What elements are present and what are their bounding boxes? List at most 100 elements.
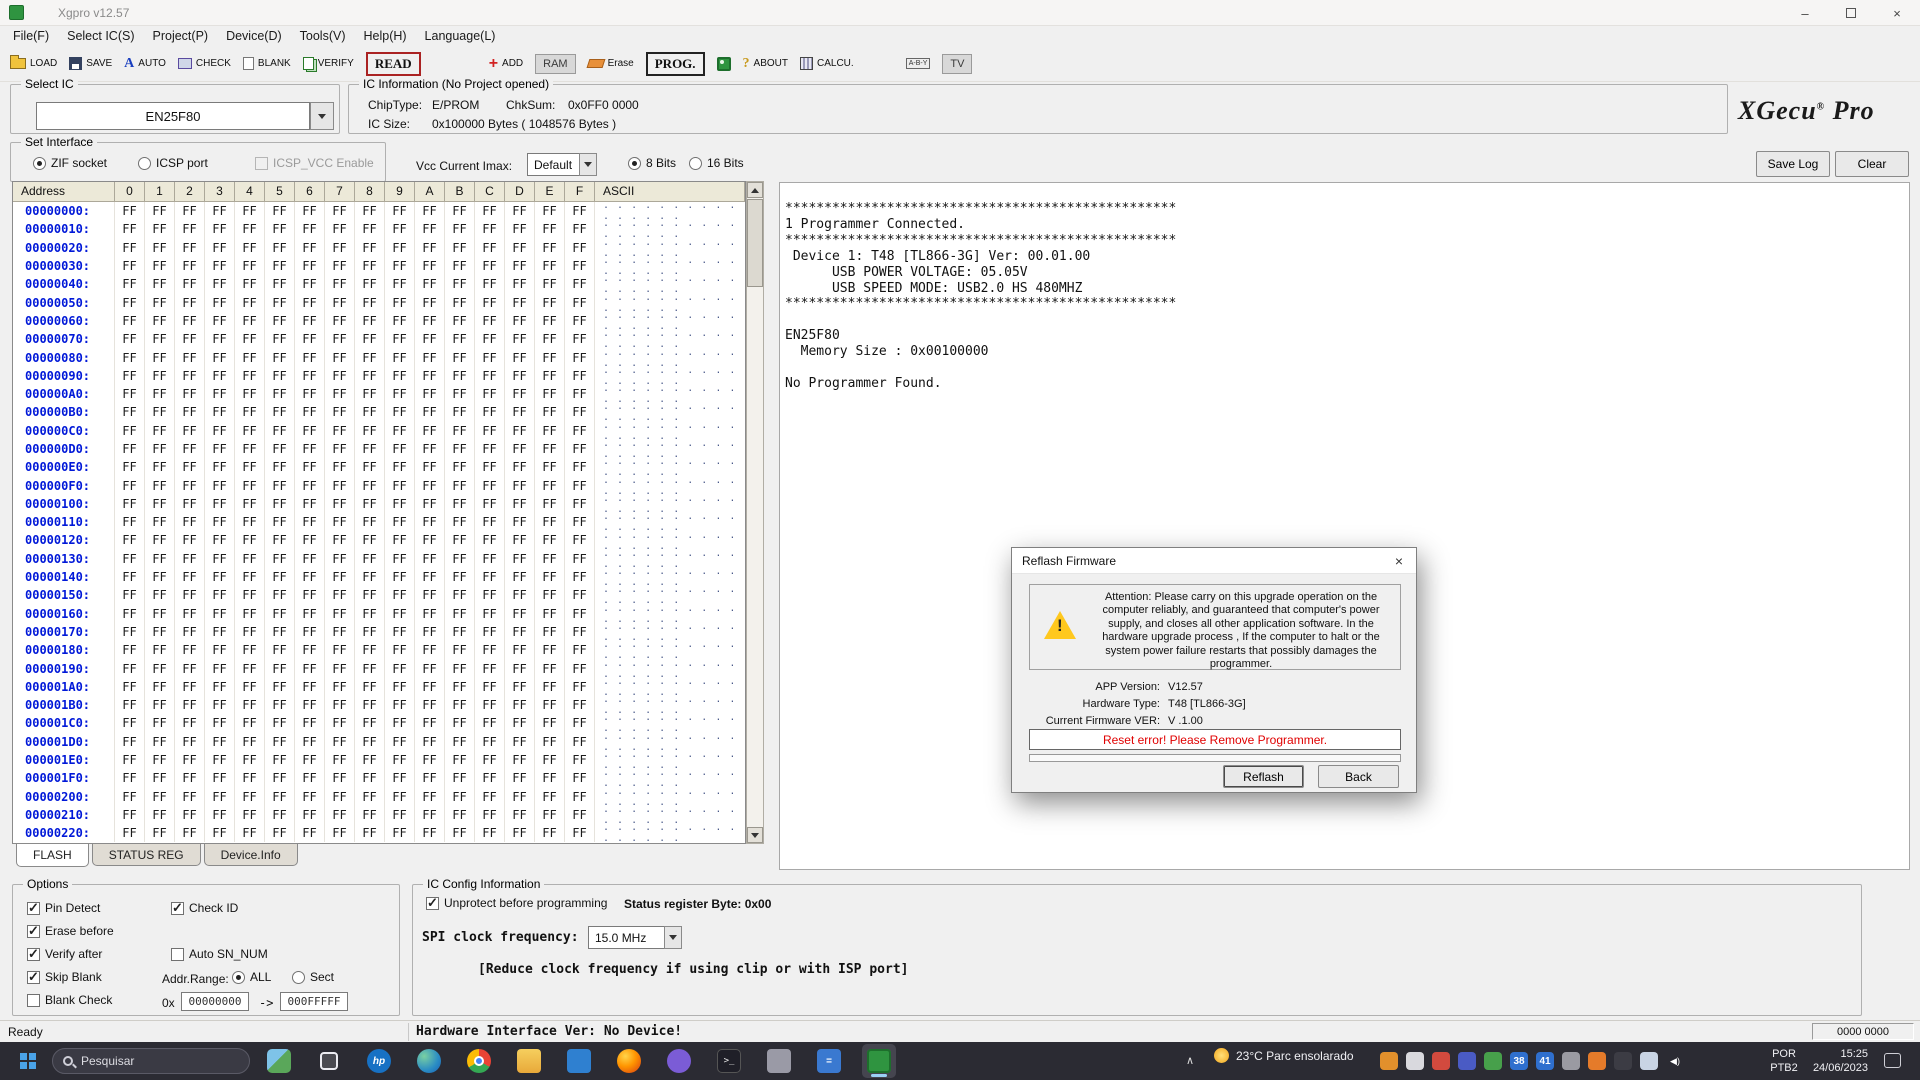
- hex-byte-cell[interactable]: FF: [325, 605, 355, 623]
- hex-byte-cell[interactable]: FF: [235, 641, 265, 659]
- hex-byte-cell[interactable]: FF: [445, 714, 475, 732]
- hex-byte-cell[interactable]: FF: [385, 769, 415, 787]
- hex-byte-cell[interactable]: FF: [115, 678, 145, 696]
- hex-byte-cell[interactable]: FF: [235, 714, 265, 732]
- hex-byte-cell[interactable]: FF: [565, 202, 595, 220]
- hex-byte-cell[interactable]: FF: [235, 678, 265, 696]
- hex-byte-cell[interactable]: FF: [145, 440, 175, 458]
- hex-byte-cell[interactable]: FF: [235, 476, 265, 494]
- hex-byte-cell[interactable]: FF: [115, 714, 145, 732]
- hex-byte-cell[interactable]: FF: [535, 769, 565, 787]
- hex-byte-cell[interactable]: FF: [325, 239, 355, 257]
- hex-byte-cell[interactable]: FF: [175, 403, 205, 421]
- hex-byte-cell[interactable]: FF: [265, 568, 295, 586]
- hex-byte-cell[interactable]: FF: [505, 586, 535, 604]
- hex-byte-cell[interactable]: FF: [235, 495, 265, 513]
- hex-byte-cell[interactable]: FF: [145, 531, 175, 549]
- hex-byte-cell[interactable]: FF: [355, 330, 385, 348]
- taskbar-file-explorer[interactable]: [512, 1044, 546, 1078]
- hex-byte-cell[interactable]: FF: [565, 806, 595, 824]
- hex-byte-cell[interactable]: FF: [325, 348, 355, 366]
- erase-before-checkbox[interactable]: Erase before: [27, 924, 114, 938]
- hex-byte-cell[interactable]: FF: [295, 312, 325, 330]
- hex-byte-cell[interactable]: FF: [175, 275, 205, 293]
- hex-byte-cell[interactable]: FF: [565, 220, 595, 238]
- hex-byte-cell[interactable]: FF: [535, 806, 565, 824]
- hex-byte-cell[interactable]: FF: [325, 678, 355, 696]
- hex-byte-cell[interactable]: FF: [205, 312, 235, 330]
- hex-byte-cell[interactable]: FF: [445, 440, 475, 458]
- hex-byte-cell[interactable]: FF: [295, 293, 325, 311]
- hex-byte-cell[interactable]: FF: [145, 659, 175, 677]
- save-button[interactable]: SAVE: [69, 57, 112, 70]
- hex-byte-cell[interactable]: FF: [415, 312, 445, 330]
- hex-byte-cell[interactable]: FF: [475, 275, 505, 293]
- hex-byte-cell[interactable]: FF: [265, 550, 295, 568]
- hex-byte-cell[interactable]: FF: [265, 623, 295, 641]
- hex-byte-cell[interactable]: FF: [445, 495, 475, 513]
- hex-byte-cell[interactable]: FF: [445, 239, 475, 257]
- hex-byte-cell[interactable]: FF: [235, 239, 265, 257]
- hex-byte-cell[interactable]: FF: [565, 440, 595, 458]
- tab-status-reg[interactable]: STATUS REG: [92, 844, 201, 866]
- hex-byte-cell[interactable]: FF: [265, 659, 295, 677]
- hex-byte-cell[interactable]: FF: [115, 275, 145, 293]
- hex-byte-cell[interactable]: FF: [475, 220, 505, 238]
- hex-byte-cell[interactable]: FF: [355, 806, 385, 824]
- hex-byte-cell[interactable]: FF: [205, 623, 235, 641]
- hex-byte-cell[interactable]: FF: [145, 495, 175, 513]
- hex-byte-cell[interactable]: FF: [415, 385, 445, 403]
- hex-byte-cell[interactable]: FF: [535, 403, 565, 421]
- hex-byte-cell[interactable]: FF: [355, 678, 385, 696]
- hex-byte-cell[interactable]: FF: [295, 659, 325, 677]
- hex-byte-cell[interactable]: FF: [145, 769, 175, 787]
- hex-byte-cell[interactable]: FF: [265, 239, 295, 257]
- close-button[interactable]: ×: [1874, 0, 1920, 26]
- hex-byte-cell[interactable]: FF: [445, 275, 475, 293]
- hex-byte-cell[interactable]: FF: [145, 513, 175, 531]
- hex-byte-cell[interactable]: FF: [355, 568, 385, 586]
- range-end-field[interactable]: 000FFFFF: [280, 992, 348, 1011]
- hex-byte-cell[interactable]: FF: [475, 458, 505, 476]
- ic-name-field[interactable]: EN25F80: [36, 102, 310, 130]
- hex-byte-cell[interactable]: FF: [325, 531, 355, 549]
- hex-byte-cell[interactable]: FF: [325, 806, 355, 824]
- hex-byte-cell[interactable]: FF: [235, 330, 265, 348]
- hex-byte-cell[interactable]: FF: [235, 531, 265, 549]
- hex-byte-cell[interactable]: FF: [175, 641, 205, 659]
- hex-byte-cell[interactable]: FF: [115, 806, 145, 824]
- hex-byte-cell[interactable]: FF: [505, 330, 535, 348]
- hex-byte-cell[interactable]: FF: [265, 824, 295, 842]
- hex-byte-cell[interactable]: FF: [565, 513, 595, 531]
- hex-byte-cell[interactable]: FF: [535, 202, 565, 220]
- hex-byte-cell[interactable]: FF: [325, 696, 355, 714]
- hex-byte-cell[interactable]: FF: [115, 367, 145, 385]
- hex-byte-cell[interactable]: FF: [415, 220, 445, 238]
- hex-byte-cell[interactable]: FF: [475, 623, 505, 641]
- hex-byte-cell[interactable]: FF: [445, 385, 475, 403]
- hex-byte-cell[interactable]: FF: [385, 751, 415, 769]
- hex-byte-cell[interactable]: FF: [505, 476, 535, 494]
- addr-range-all-radio[interactable]: ALL: [232, 970, 271, 984]
- hex-byte-cell[interactable]: FF: [205, 440, 235, 458]
- hex-byte-cell[interactable]: FF: [205, 824, 235, 842]
- hex-byte-cell[interactable]: FF: [115, 312, 145, 330]
- hex-byte-cell[interactable]: FF: [295, 422, 325, 440]
- hex-byte-cell[interactable]: FF: [265, 257, 295, 275]
- hex-byte-cell[interactable]: FF: [415, 513, 445, 531]
- hex-byte-cell[interactable]: FF: [175, 769, 205, 787]
- hex-byte-cell[interactable]: FF: [565, 312, 595, 330]
- hex-byte-cell[interactable]: FF: [175, 348, 205, 366]
- back-button[interactable]: Back: [1318, 765, 1399, 788]
- hex-byte-cell[interactable]: FF: [505, 495, 535, 513]
- hex-byte-cell[interactable]: FF: [475, 824, 505, 842]
- hex-byte-cell[interactable]: FF: [355, 641, 385, 659]
- hex-byte-cell[interactable]: FF: [565, 293, 595, 311]
- taskbar-firefox[interactable]: [612, 1044, 646, 1078]
- hex-byte-cell[interactable]: FF: [145, 239, 175, 257]
- hex-byte-cell[interactable]: FF: [325, 458, 355, 476]
- taskbar-gray-app[interactable]: [762, 1044, 796, 1078]
- hex-byte-cell[interactable]: FF: [445, 586, 475, 604]
- hex-byte-cell[interactable]: FF: [265, 202, 295, 220]
- hex-byte-cell[interactable]: FF: [565, 550, 595, 568]
